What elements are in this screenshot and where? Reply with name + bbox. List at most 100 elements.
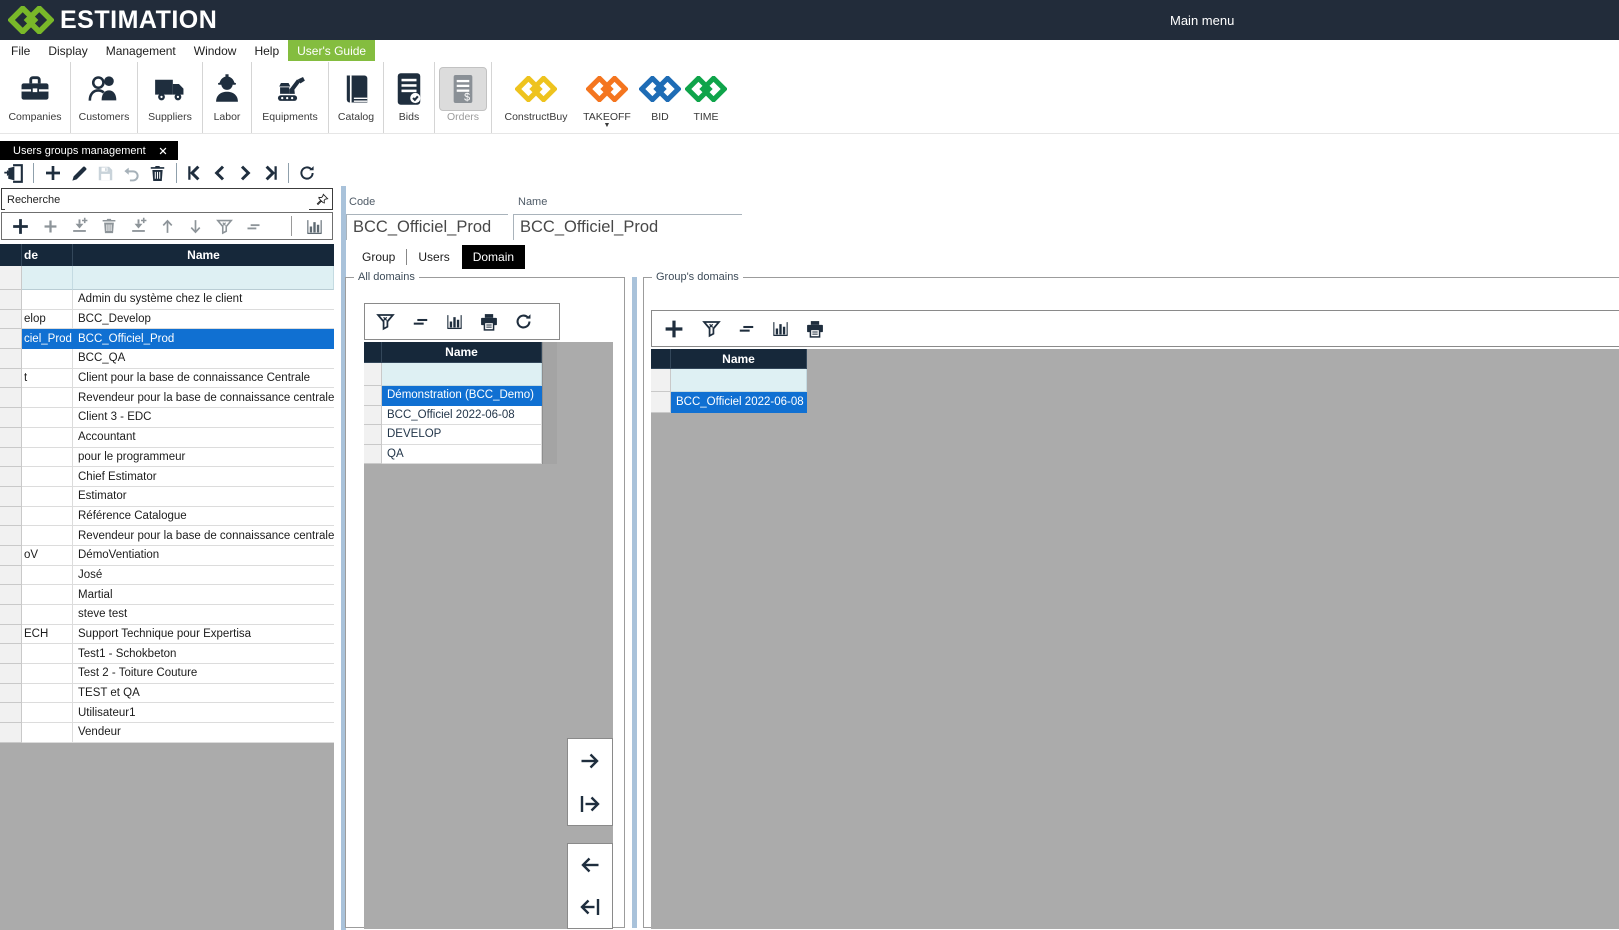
name-filter-cell[interactable] (671, 369, 807, 392)
menu-window[interactable]: Window (185, 40, 246, 61)
filter-icon[interactable] (215, 217, 234, 236)
save-disk-icon[interactable] (96, 164, 115, 183)
menu-users-guide[interactable]: User's Guide (288, 40, 375, 61)
name-filter-cell[interactable] (73, 266, 334, 290)
next-record-icon[interactable] (236, 164, 254, 182)
menu-file[interactable]: File (2, 40, 39, 61)
vertical-scrollbar[interactable] (542, 342, 557, 464)
table-row[interactable]: BCC_QA (0, 349, 334, 369)
toolbar-customers[interactable]: Customers (71, 62, 138, 133)
table-row[interactable]: Accountant (0, 428, 334, 448)
table-row[interactable]: José (0, 566, 334, 586)
tab-group[interactable]: Group (356, 250, 401, 264)
table-row-selected[interactable]: Démonstration (BCC_Demo) (364, 386, 542, 406)
menu-display[interactable]: Display (39, 40, 96, 61)
table-row[interactable]: tClient pour la base de connaissance Cen… (0, 369, 334, 389)
toolbar-companies[interactable]: Companies (0, 62, 71, 133)
previous-record-icon[interactable] (211, 164, 229, 182)
last-record-icon[interactable] (261, 164, 279, 182)
table-row[interactable]: pour le programmeur (0, 448, 334, 468)
table-row[interactable]: oVDémoVentiation (0, 546, 334, 566)
table-row[interactable]: Revendeur pour la base de connaissance c… (0, 526, 334, 546)
name-field[interactable]: BCC_Officiel_Prod (513, 214, 742, 240)
table-row[interactable]: Estimator (0, 487, 334, 507)
table-row[interactable]: Martial (0, 585, 334, 605)
remove-all-button[interactable] (568, 895, 612, 919)
table-row-selected[interactable]: ciel_ProdBCC_Officiel_Prod (0, 329, 334, 349)
chart-icon[interactable] (771, 319, 790, 338)
table-row[interactable]: DEVELOP (364, 425, 542, 445)
add-icon[interactable] (662, 317, 686, 341)
toolbar-suppliers[interactable]: Suppliers (138, 62, 203, 133)
table-row[interactable]: QA (364, 445, 542, 465)
remove-selected-button[interactable] (568, 853, 612, 877)
toolbar-takeoff[interactable]: TAKEOFF ▼ (576, 62, 638, 133)
chart-icon[interactable] (305, 217, 324, 236)
add-selected-button[interactable] (568, 749, 612, 773)
edit-pencil-icon[interactable] (70, 164, 89, 183)
add-record-icon[interactable] (43, 163, 63, 183)
toolbar-bids[interactable]: Bids (384, 62, 435, 133)
refresh-icon[interactable] (298, 164, 316, 182)
code-field[interactable]: BCC_Officiel_Prod (346, 214, 508, 240)
chart-icon[interactable] (445, 312, 464, 331)
summary-icon[interactable] (411, 312, 430, 331)
trash-icon[interactable] (100, 217, 118, 235)
first-record-icon[interactable] (186, 164, 204, 182)
name-column-header[interactable]: Name (73, 244, 334, 266)
tab-users[interactable]: Users (412, 250, 455, 264)
move-down-icon[interactable] (187, 218, 204, 235)
vertical-splitter[interactable] (632, 277, 637, 928)
print-icon[interactable] (479, 312, 499, 332)
move-up-icon[interactable] (159, 218, 176, 235)
toolbar-catalog[interactable]: Catalog (329, 62, 384, 133)
table-row[interactable]: Utilisateur1 (0, 703, 334, 723)
toolbar-orders[interactable]: Orders (435, 62, 492, 133)
import-icon[interactable] (70, 217, 89, 236)
name-column-header[interactable]: Name (382, 342, 542, 363)
name-column-header[interactable]: Name (671, 349, 807, 369)
toolbar-bid[interactable]: BID (638, 62, 682, 133)
pin-icon[interactable] (316, 193, 329, 206)
table-row[interactable]: Test 2 - Toiture Couture (0, 664, 334, 684)
add-icon[interactable] (10, 216, 31, 237)
table-row[interactable]: steve test (0, 605, 334, 625)
toolbar-labor[interactable]: Labor (203, 62, 252, 133)
print-icon[interactable] (805, 319, 825, 339)
summary-icon[interactable] (245, 218, 262, 235)
filter-icon[interactable] (375, 311, 396, 332)
table-row[interactable]: BCC_Officiel 2022-06-08 (364, 406, 542, 426)
main-menu-button[interactable]: Main menu (1170, 0, 1234, 40)
table-row-selected[interactable]: BCC_Officiel 2022-06-08 (651, 392, 807, 413)
table-row[interactable]: Admin du système chez le client (0, 290, 334, 310)
name-filter-cell[interactable] (382, 363, 542, 386)
close-icon[interactable] (158, 146, 168, 156)
tab-domain[interactable]: Domain (462, 245, 525, 269)
table-row[interactable]: Référence Catalogue (0, 507, 334, 527)
table-row[interactable]: Vendeur (0, 723, 334, 743)
toolbar-constructbuy[interactable]: ConstructBuy (496, 62, 576, 133)
table-row[interactable]: Client 3 - EDC (0, 408, 334, 428)
menu-management[interactable]: Management (97, 40, 185, 61)
code-column-header[interactable]: de (22, 244, 73, 266)
toolbar-equipments[interactable]: Equipments (252, 62, 329, 133)
menu-help[interactable]: Help (245, 40, 288, 61)
tab-users-groups-management[interactable]: Users groups management (0, 141, 178, 160)
import-icon[interactable] (129, 217, 148, 236)
table-row[interactable]: Revendeur pour la base de connaissance c… (0, 388, 334, 408)
code-filter-cell[interactable] (22, 266, 73, 290)
add-all-button[interactable] (568, 792, 612, 816)
undo-icon[interactable] (122, 164, 141, 183)
table-row[interactable]: TEST et QA (0, 684, 334, 704)
refresh-icon[interactable] (514, 312, 533, 331)
filter-icon[interactable] (701, 318, 722, 339)
table-row[interactable]: Test1 - Schokbeton (0, 644, 334, 664)
table-row[interactable]: elopBCC_Develop (0, 310, 334, 330)
search-input[interactable] (5, 190, 309, 210)
exit-door-icon[interactable] (3, 163, 24, 184)
toolbar-time[interactable]: TIME (682, 62, 730, 133)
table-row[interactable]: ECHSupport Technique pour Expertisa (0, 625, 334, 645)
chevron-down-icon[interactable]: ▼ (604, 123, 611, 129)
add-secondary-icon[interactable] (42, 218, 59, 235)
delete-trash-icon[interactable] (148, 164, 167, 183)
